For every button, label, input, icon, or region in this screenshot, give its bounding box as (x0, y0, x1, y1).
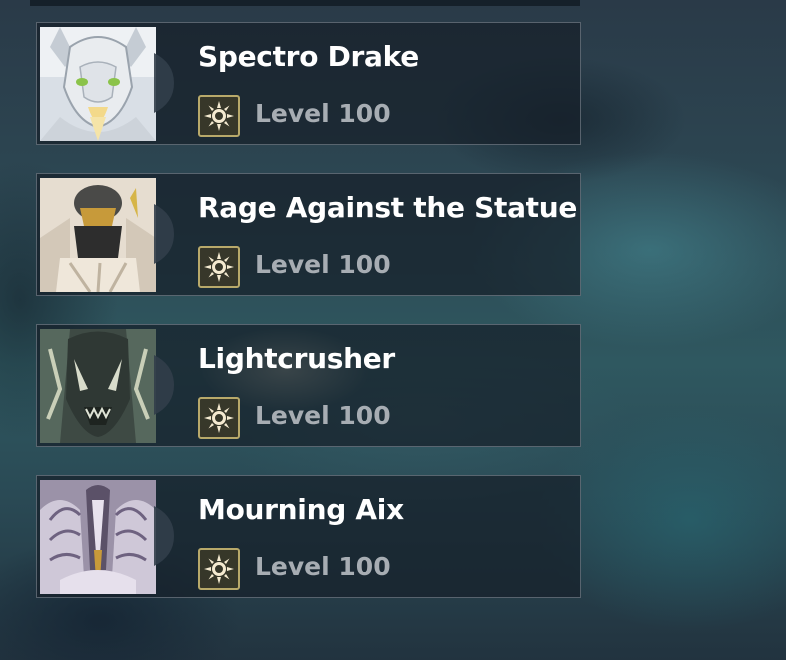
spectro-element-icon (198, 397, 240, 439)
enemy-card[interactable]: Mourning Aix Level 100 (36, 475, 581, 598)
card-notch (154, 355, 174, 415)
enemy-name: Rage Against the Statue (198, 191, 578, 224)
enemy-card[interactable]: Rage Against the Statue Level 100 (36, 173, 581, 296)
card-notch (154, 53, 174, 113)
enemy-list: Spectro Drake Level 100 Rage Against the… (36, 22, 581, 626)
mourning-aix-portrait-icon (40, 480, 156, 594)
top-divider (30, 0, 580, 6)
enemy-card[interactable]: Lightcrusher Level 100 (36, 324, 581, 447)
spectro-drake-portrait-icon (40, 27, 156, 141)
enemy-name: Mourning Aix (198, 493, 404, 526)
enemy-level: Level 100 (255, 250, 391, 279)
card-notch (154, 506, 174, 566)
enemy-name: Spectro Drake (198, 40, 419, 73)
spectro-element-icon (198, 95, 240, 137)
enemy-card[interactable]: Spectro Drake Level 100 (36, 22, 581, 145)
spectro-element-icon (198, 548, 240, 590)
lightcrusher-portrait-icon (40, 329, 156, 443)
enemy-level: Level 100 (255, 552, 391, 581)
enemy-level: Level 100 (255, 401, 391, 430)
enemy-name: Lightcrusher (198, 342, 395, 375)
statue-portrait-icon (40, 178, 156, 292)
game-background: Spectro Drake Level 100 Rage Against the… (0, 0, 786, 660)
spectro-element-icon (198, 246, 240, 288)
card-notch (154, 204, 174, 264)
enemy-level: Level 100 (255, 99, 391, 128)
